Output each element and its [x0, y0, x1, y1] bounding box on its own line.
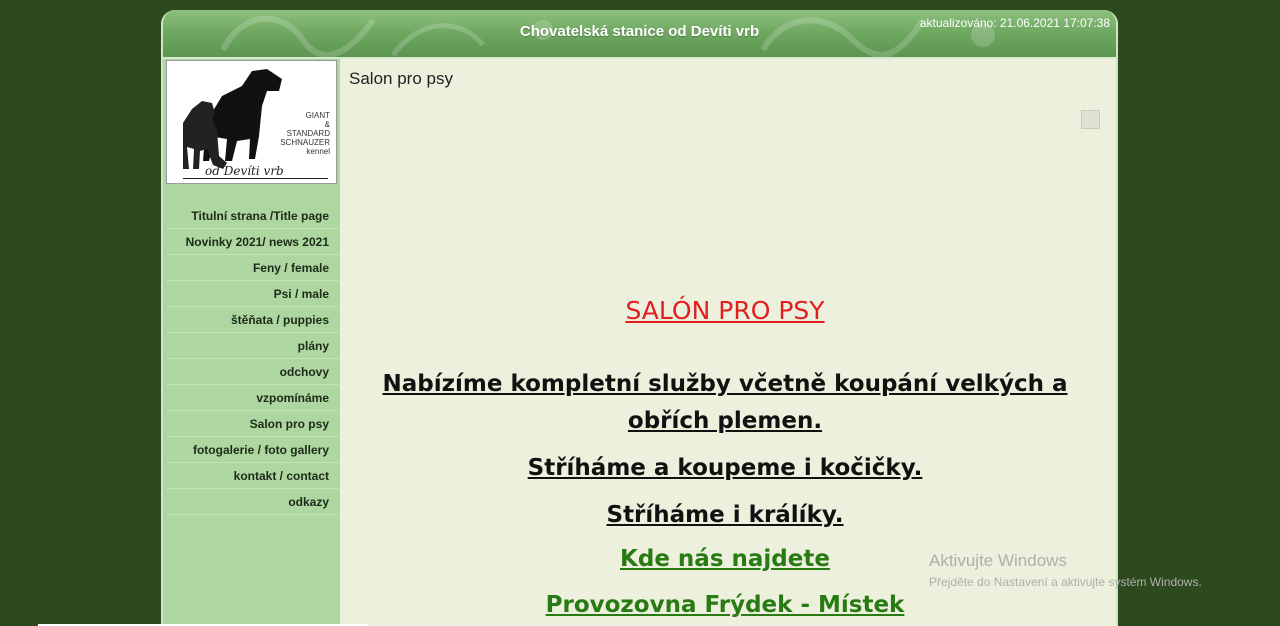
- nav-item-contact[interactable]: kontakt / contact: [166, 463, 339, 489]
- services-text: Nabízíme kompletní služby včetně koupání…: [382, 371, 1068, 434]
- nav-item-plans[interactable]: plány: [166, 333, 339, 359]
- logo-script-text: od Devíti vrb: [205, 164, 284, 178]
- cats-text: Stříháme a koupeme i kočičky.: [527, 455, 923, 481]
- logo-line-giant: GIANT: [305, 111, 330, 120]
- logo-line-and: &: [324, 120, 330, 129]
- kennel-label: GIANT & STANDARD SCHNAUZER kennel: [260, 111, 330, 156]
- site-header: Chovatelská stanice od Devíti vrb aktual…: [163, 10, 1116, 59]
- logo-line-kennel: kennel: [306, 147, 330, 156]
- nav-item-gallery[interactable]: fotogalerie / foto gallery: [166, 437, 339, 463]
- location-link[interactable]: Provozovna Frýdek - Místek: [360, 592, 1090, 618]
- logo-underline: [183, 178, 328, 179]
- sidebar-nav: Titulní strana /Title page Novinky 2021/…: [166, 203, 339, 515]
- windows-activation-watermark: Aktivujte Windows Přejděte do Nastavení …: [929, 551, 1202, 589]
- nav-item-title-page[interactable]: Titulní strana /Title page: [166, 203, 339, 229]
- logo-line-standard: STANDARD: [286, 129, 330, 138]
- salon-heading: SALÓN PRO PSY: [625, 296, 825, 325]
- rabbits-text: Stříháme i králíky.: [606, 502, 844, 528]
- nav-item-female[interactable]: Feny / female: [166, 255, 339, 281]
- nav-item-news[interactable]: Novinky 2021/ news 2021: [166, 229, 339, 255]
- nav-item-puppies[interactable]: štěňata / puppies: [166, 307, 339, 333]
- embed-placeholder-box[interactable]: [1081, 110, 1100, 129]
- nav-item-litters[interactable]: odchovy: [166, 359, 339, 385]
- nav-item-male[interactable]: Psi / male: [166, 281, 339, 307]
- site-frame: Chovatelská stanice od Devíti vrb aktual…: [161, 10, 1118, 626]
- nav-item-salon[interactable]: Salon pro psy: [166, 411, 339, 437]
- kennel-logo[interactable]: GIANT & STANDARD SCHNAUZER kennel od Dev…: [166, 60, 337, 184]
- nav-item-links[interactable]: odkazy: [166, 489, 339, 515]
- page-title: Salon pro psy: [349, 69, 453, 88]
- watermark-title: Aktivujte Windows: [929, 551, 1067, 570]
- main-content: Salon pro psy SALÓN PRO PSY Nabízíme kom…: [340, 59, 1116, 626]
- nav-item-memories[interactable]: vzpomínáme: [166, 385, 339, 411]
- watermark-subtitle: Přejděte do Nastavení a aktivujte systém…: [929, 575, 1202, 589]
- logo-line-schnauzer: SCHNAUZER: [280, 138, 330, 147]
- last-updated: aktualizováno: 21.06.2021 17:07:38: [919, 16, 1110, 30]
